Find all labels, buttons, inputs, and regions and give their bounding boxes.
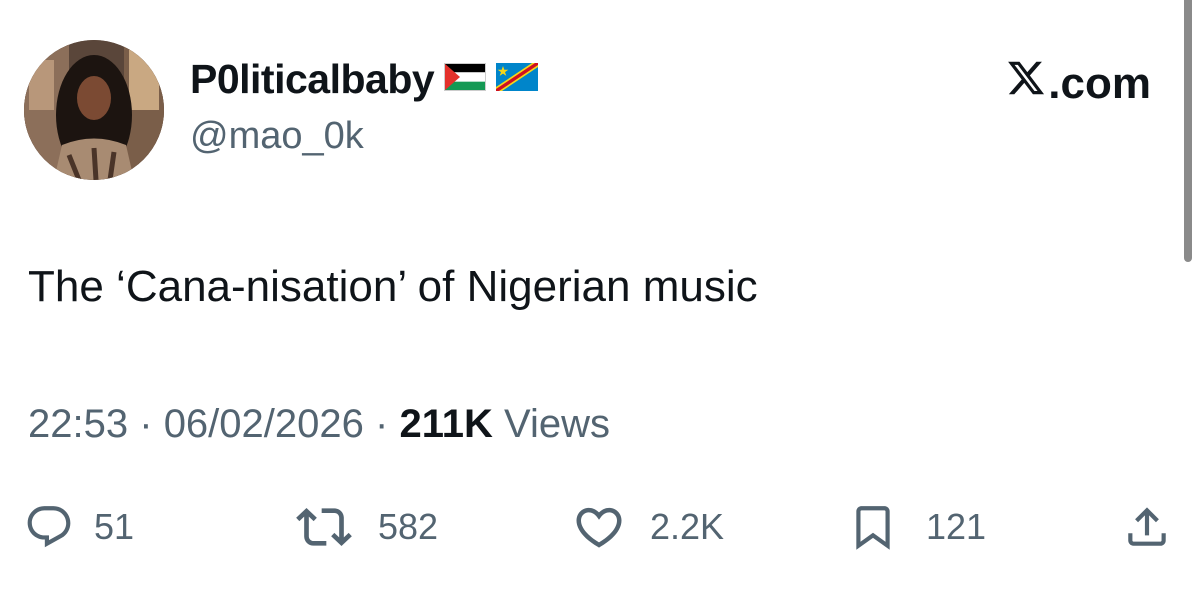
tweet-date[interactable]: 06/02/2026	[164, 402, 364, 446]
repost-count: 582	[378, 506, 439, 547]
scrollbar[interactable]	[1184, 0, 1192, 262]
share-button[interactable]	[1122, 495, 1172, 559]
display-name-row: P0liticalbaby	[190, 55, 539, 103]
heart-icon	[572, 500, 626, 554]
tweet-meta: 22:53 · 06/02/2026 · 211K Views	[28, 398, 610, 450]
like-count: 2.2K	[650, 506, 725, 547]
meta-separator: ·	[139, 402, 153, 446]
reply-button[interactable]: 51	[24, 495, 134, 559]
tweet-text: The ‘Cana-nisation’ of Nigerian music	[28, 262, 758, 311]
x-brand: .com	[1006, 58, 1151, 110]
avatar-photo	[24, 40, 164, 180]
brand-domain: .com	[1048, 59, 1151, 108]
repost-button[interactable]: 582	[296, 495, 438, 559]
tweet-time[interactable]: 22:53	[28, 402, 128, 446]
share-icon	[1122, 502, 1172, 552]
avatar[interactable]	[24, 40, 164, 180]
user-handle[interactable]: @mao_0k	[190, 113, 364, 159]
views-count: 211K	[399, 402, 493, 446]
bookmark-count: 121	[926, 506, 987, 547]
reply-count: 51	[94, 506, 135, 547]
bookmark-button[interactable]: 121	[848, 495, 986, 559]
like-button[interactable]: 2.2K	[572, 495, 724, 559]
meta-separator: ·	[375, 402, 389, 446]
display-name[interactable]: P0liticalbaby	[190, 55, 435, 103]
repost-icon	[296, 499, 352, 555]
bookmark-icon	[848, 502, 898, 552]
palestine-flag-icon	[444, 62, 487, 96]
views-label: Views	[504, 402, 610, 446]
dr-congo-flag-icon	[496, 62, 539, 96]
x-logo-icon	[1006, 58, 1046, 110]
action-bar: 51 582 2.2K 121	[0, 495, 1199, 559]
reply-icon	[24, 502, 74, 552]
